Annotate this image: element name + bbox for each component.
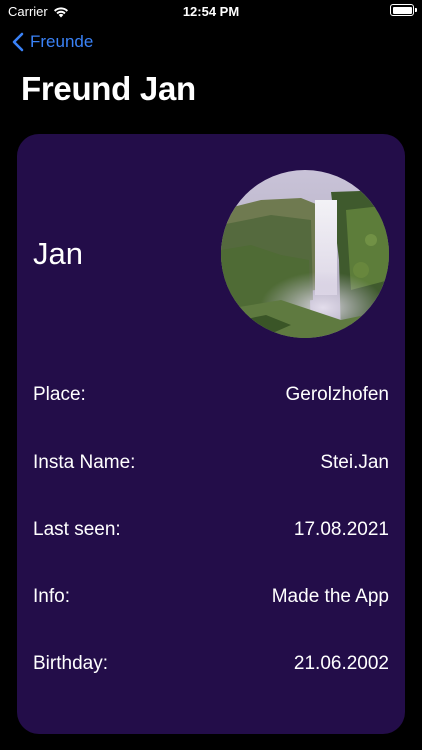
place-value: Gerolzhofen xyxy=(285,384,389,405)
last-seen-label: Last seen: xyxy=(33,519,121,540)
birthday-label: Birthday: xyxy=(33,653,108,674)
battery-icon xyxy=(390,4,417,16)
avatar xyxy=(221,170,389,338)
birthday-row: Birthday: 21.06.2002 xyxy=(33,653,389,675)
place-row: Place: Gerolzhofen xyxy=(33,384,389,406)
last-seen-row: Last seen: 17.08.2021 xyxy=(33,519,389,541)
last-seen-value: 17.08.2021 xyxy=(293,519,389,540)
chevron-left-icon xyxy=(12,32,24,52)
insta-name-value: Stei.Jan xyxy=(320,452,389,473)
info-value: Made the App xyxy=(271,586,389,607)
insta-name-row: Insta Name: Stei.Jan xyxy=(33,452,389,474)
back-button[interactable]: Freunde xyxy=(12,32,93,52)
place-label: Place: xyxy=(33,384,86,405)
status-time: 12:54 PM xyxy=(182,4,240,19)
status-right xyxy=(390,4,417,16)
status-bar: Carrier 12:54 PM xyxy=(0,0,422,24)
friend-card: Jan Place: Gerolzhofen Insta Name: Stei.… xyxy=(17,134,405,734)
page-title: Freund Jan xyxy=(21,70,196,107)
friend-name: Jan xyxy=(33,236,83,271)
insta-name-label: Insta Name: xyxy=(33,452,136,473)
waterfall-photo xyxy=(221,170,389,338)
info-row: Info: Made the App xyxy=(33,586,389,608)
birthday-value: 21.06.2002 xyxy=(293,653,389,674)
info-label: Info: xyxy=(33,586,70,607)
back-button-label: Freunde xyxy=(30,32,94,51)
